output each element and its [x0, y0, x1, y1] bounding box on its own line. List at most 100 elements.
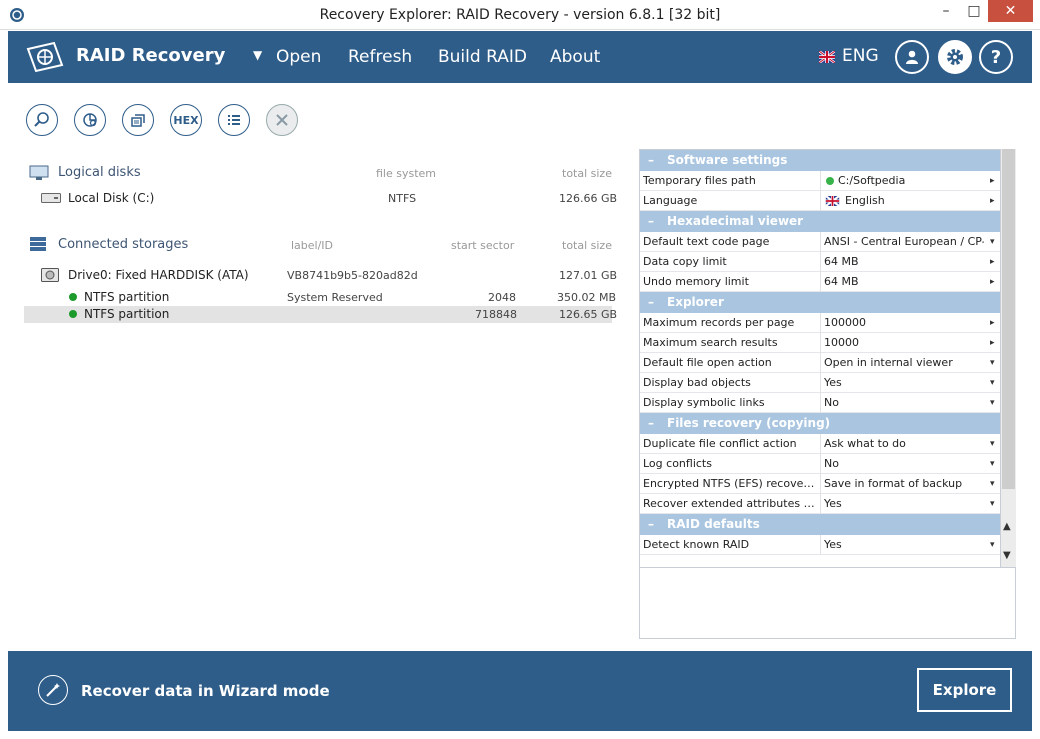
partition-size: 350.02 MB: [557, 291, 617, 304]
pie-chart-icon: [83, 113, 97, 127]
settings-row[interactable]: Default file open action Open in internal…: [640, 353, 1000, 373]
setting-value[interactable]: Ask what to do: [824, 434, 984, 454]
col-file-system: file system: [376, 167, 437, 180]
setting-value[interactable]: Open in internal viewer: [824, 353, 984, 373]
settings-row[interactable]: Default text code page ANSI - Central Eur…: [640, 232, 1000, 252]
settings-row[interactable]: Data copy limit 64 MB ▸: [640, 252, 1000, 272]
settings-row[interactable]: Temporary files path C:/Softpedia ▸: [640, 171, 1000, 191]
setting-value[interactable]: 64 MB: [824, 272, 984, 292]
logical-disk-fs: NTFS: [388, 192, 417, 205]
menu-about[interactable]: About: [550, 47, 600, 67]
list-view-button[interactable]: [218, 104, 250, 136]
user-button[interactable]: [895, 40, 929, 74]
expand-arrow-icon[interactable]: ▾: [990, 454, 995, 474]
expand-arrow-icon[interactable]: ▸: [990, 333, 995, 353]
collapse-icon[interactable]: –: [648, 514, 654, 535]
partition-chart-button[interactable]: [74, 104, 106, 136]
hex-viewer-button[interactable]: HEX: [170, 104, 202, 136]
brand-dropdown-arrow[interactable]: ▼: [253, 48, 262, 62]
settings-row[interactable]: Display bad objects Yes ▾: [640, 373, 1000, 393]
settings-button[interactable]: [938, 40, 972, 74]
close-window-button[interactable]: ✕: [988, 0, 1033, 22]
settings-row[interactable]: Display symbolic links No ▾: [640, 393, 1000, 413]
expand-arrow-icon[interactable]: ▾: [990, 373, 995, 393]
partition-name[interactable]: NTFS partition: [84, 307, 169, 321]
expand-arrow-icon[interactable]: ▸: [990, 252, 995, 272]
settings-row[interactable]: Maximum search results 10000 ▸: [640, 333, 1000, 353]
settings-scrollbar[interactable]: ▲ ▼: [1001, 149, 1016, 569]
scrollbar-thumb[interactable]: [1002, 149, 1015, 489]
setting-name: Undo memory limit: [643, 275, 749, 288]
group-name: RAID defaults: [667, 517, 760, 531]
expand-arrow-icon[interactable]: ▾: [990, 232, 995, 252]
wizard-button[interactable]: [38, 675, 68, 705]
setting-value[interactable]: Yes: [824, 494, 984, 514]
setting-value[interactable]: No: [824, 393, 984, 413]
settings-row[interactable]: Maximum records per page 100000 ▸: [640, 313, 1000, 333]
hex-icon: HEX: [173, 113, 199, 127]
scroll-up-icon[interactable]: ▲: [1003, 521, 1011, 532]
settings-row[interactable]: Undo memory limit 64 MB ▸: [640, 272, 1000, 292]
logical-disk-name[interactable]: Local Disk (C:): [68, 191, 154, 205]
collapse-icon[interactable]: –: [648, 211, 654, 232]
expand-arrow-icon[interactable]: ▸: [990, 171, 995, 191]
settings-row[interactable]: Log conflicts No ▾: [640, 454, 1000, 474]
setting-value[interactable]: No: [824, 454, 984, 474]
uk-flag-icon[interactable]: [819, 51, 835, 63]
settings-row[interactable]: Language English ▸: [640, 191, 1000, 211]
expand-arrow-icon[interactable]: ▸: [990, 272, 995, 292]
collapse-icon[interactable]: –: [648, 292, 654, 313]
language-selector[interactable]: ENG: [842, 46, 879, 66]
menu-refresh[interactable]: Refresh: [348, 47, 412, 67]
expand-arrow-icon[interactable]: ▾: [990, 494, 995, 514]
drive-name[interactable]: Drive0: Fixed HARDDISK (ATA): [68, 268, 249, 282]
settings-row[interactable]: Encrypted NTFS (EFS) recovery mode Save i…: [640, 474, 1000, 494]
expand-arrow-icon[interactable]: ▸: [990, 313, 995, 333]
scroll-down-icon[interactable]: ▼: [1003, 550, 1011, 561]
settings-group-header[interactable]: – RAID defaults: [640, 514, 1000, 535]
help-button[interactable]: ?: [979, 40, 1013, 74]
menu-build-raid[interactable]: Build RAID: [438, 47, 527, 67]
partition-name[interactable]: NTFS partition: [84, 290, 169, 304]
setting-value[interactable]: 64 MB: [824, 252, 984, 272]
scan-button[interactable]: [122, 104, 154, 136]
title-bar: Recovery Explorer: RAID Recovery - versi…: [0, 0, 1040, 30]
settings-group-header[interactable]: – Software settings: [640, 150, 1000, 171]
settings-row[interactable]: Recover extended attributes (HFS+) Yes ▾: [640, 494, 1000, 514]
settings-group-header[interactable]: – Files recovery (copying): [640, 413, 1000, 434]
setting-value[interactable]: Yes: [824, 373, 984, 393]
settings-row[interactable]: Detect known RAID Yes ▾: [640, 535, 1000, 555]
setting-name: Recover extended attributes (HFS+): [643, 497, 818, 510]
setting-value[interactable]: C:/Softpedia: [838, 171, 984, 191]
col-storage-total-size: total size: [562, 239, 612, 252]
setting-value[interactable]: 10000: [824, 333, 984, 353]
expand-arrow-icon[interactable]: ▾: [990, 535, 995, 555]
setting-value[interactable]: English: [845, 191, 991, 211]
expand-arrow-icon[interactable]: ▸: [990, 191, 995, 211]
expand-arrow-icon[interactable]: ▾: [990, 393, 995, 413]
expand-arrow-icon[interactable]: ▾: [990, 434, 995, 454]
setting-value[interactable]: ANSI - Central European / CP-1250: [824, 232, 984, 252]
maximize-button[interactable]: □: [960, 0, 988, 22]
settings-row[interactable]: Duplicate file conflict action Ask what t…: [640, 434, 1000, 454]
settings-group-header[interactable]: – Hexadecimal viewer: [640, 211, 1000, 232]
column-separator: [820, 535, 821, 555]
column-separator: [820, 353, 821, 373]
minimize-button[interactable]: –: [932, 0, 960, 22]
collapse-icon[interactable]: –: [648, 150, 654, 171]
setting-value[interactable]: Save in format of backup: [824, 474, 984, 494]
expand-arrow-icon[interactable]: ▾: [990, 474, 995, 494]
explore-button[interactable]: Explore: [917, 668, 1012, 712]
menu-open[interactable]: Open: [276, 47, 321, 67]
collapse-icon[interactable]: –: [648, 413, 654, 434]
help-icon: ?: [990, 46, 1002, 68]
expand-arrow-icon[interactable]: ▾: [990, 353, 995, 373]
column-separator: [820, 373, 821, 393]
setting-value[interactable]: Yes: [824, 535, 984, 555]
wizard-mode-link[interactable]: Recover data in Wizard mode: [81, 682, 330, 700]
setting-value[interactable]: 100000: [824, 313, 984, 333]
find-button[interactable]: [26, 104, 58, 136]
settings-group-header[interactable]: – Explorer: [640, 292, 1000, 313]
settings-grid[interactable]: – Software settings Temporary files path C:…: [639, 149, 1001, 569]
close-object-button[interactable]: [266, 104, 298, 136]
